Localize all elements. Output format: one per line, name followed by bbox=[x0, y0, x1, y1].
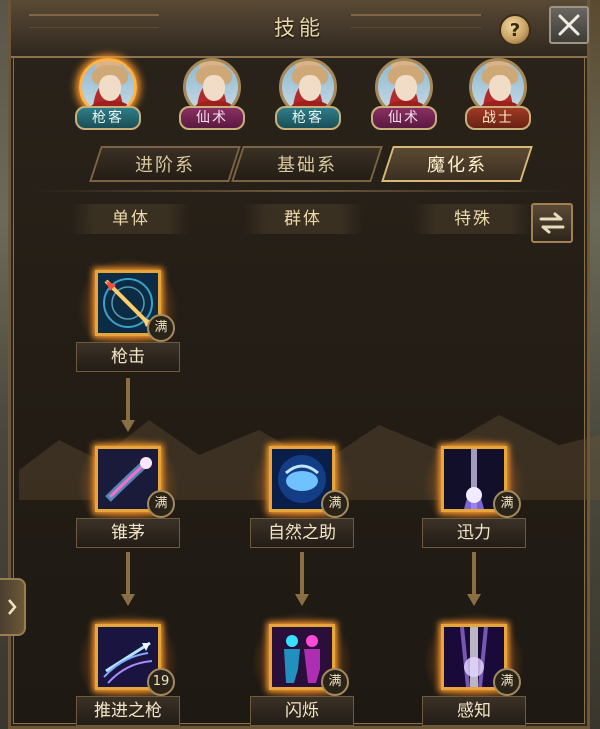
skill-link-arrow bbox=[467, 552, 481, 606]
hero-face bbox=[99, 75, 121, 101]
hero-class-tag: 战士 bbox=[465, 106, 531, 130]
divider bbox=[33, 190, 565, 192]
level-badge: 满 bbox=[493, 668, 521, 696]
tab-basic[interactable]: 基础系 bbox=[231, 146, 383, 182]
hero-slot-2[interactable]: 仙术 bbox=[179, 56, 245, 134]
skill-node[interactable]: 满 迅力 bbox=[419, 434, 529, 564]
hero-class-tag: 枪客 bbox=[275, 106, 341, 130]
skill-node[interactable]: 满 锥茅 bbox=[73, 434, 183, 564]
tab-advanced[interactable]: 进阶系 bbox=[89, 146, 241, 182]
hero-class-tag: 仙术 bbox=[371, 106, 437, 130]
hero-slot-4[interactable]: 仙术 bbox=[371, 56, 437, 134]
skill-category-tabs: 进阶系 基础系 魔化系 bbox=[89, 146, 533, 182]
hero-face bbox=[299, 75, 321, 101]
skill-node[interactable]: 满 感知 bbox=[419, 612, 529, 729]
hero-face bbox=[395, 75, 417, 101]
help-label: ? bbox=[509, 19, 521, 41]
hero-face bbox=[203, 75, 225, 101]
tab-demonized[interactable]: 魔化系 bbox=[381, 146, 533, 182]
skill-name: 自然之助 bbox=[250, 518, 354, 548]
column-header-special: 特殊 bbox=[413, 204, 533, 234]
skill-link-arrow bbox=[295, 552, 309, 606]
skill-name: 闪烁 bbox=[250, 696, 354, 726]
chevron-right-icon bbox=[8, 599, 17, 615]
level-badge: 19 bbox=[147, 668, 175, 696]
skill-node[interactable]: 满 闪烁 bbox=[247, 612, 357, 729]
hero-selector: 枪客 仙术 枪客 仙术 战士 bbox=[73, 56, 553, 136]
skill-name: 锥茅 bbox=[76, 518, 180, 548]
help-button[interactable]: ? bbox=[499, 14, 531, 46]
skill-name: 枪击 bbox=[76, 342, 180, 372]
level-badge: 满 bbox=[321, 490, 349, 518]
tab-label: 进阶系 bbox=[135, 155, 195, 176]
skill-name: 推进之枪 bbox=[76, 696, 180, 726]
hero-slot-1[interactable]: 枪客 bbox=[75, 56, 141, 134]
side-expand-tab[interactable] bbox=[0, 578, 26, 636]
hero-slot-3[interactable]: 枪客 bbox=[275, 56, 341, 134]
level-badge: 满 bbox=[493, 490, 521, 518]
skill-link-arrow bbox=[121, 552, 135, 606]
column-header-group: 群体 bbox=[243, 204, 363, 234]
swap-arrows-icon bbox=[539, 212, 565, 234]
skill-node[interactable]: 满 自然之助 bbox=[247, 434, 357, 564]
skill-name: 感知 bbox=[422, 696, 526, 726]
swap-button[interactable] bbox=[531, 203, 573, 243]
hero-face bbox=[489, 75, 511, 101]
level-badge: 满 bbox=[147, 314, 175, 342]
skill-link-arrow bbox=[121, 378, 135, 432]
level-badge: 满 bbox=[321, 668, 349, 696]
skill-node[interactable]: 满 枪击 bbox=[73, 258, 183, 388]
skill-name: 迅力 bbox=[422, 518, 526, 548]
close-button[interactable] bbox=[549, 6, 589, 44]
skill-node[interactable]: 19 推进之枪 bbox=[73, 612, 183, 729]
tab-label: 基础系 bbox=[277, 155, 337, 176]
level-badge: 满 bbox=[147, 490, 175, 518]
hero-class-tag: 仙术 bbox=[179, 106, 245, 130]
title-bar: 技能 ? bbox=[11, 0, 589, 58]
skill-panel: 技能 ? 枪客 仙术 枪客 仙术 战士 进阶系 基础系 魔化系 单体 群体 特殊… bbox=[8, 0, 600, 729]
hero-class-tag: 枪客 bbox=[75, 106, 141, 130]
close-icon bbox=[558, 14, 580, 36]
column-header-single: 单体 bbox=[71, 204, 191, 234]
hero-slot-5[interactable]: 战士 bbox=[465, 56, 531, 134]
tab-label: 魔化系 bbox=[427, 155, 487, 176]
